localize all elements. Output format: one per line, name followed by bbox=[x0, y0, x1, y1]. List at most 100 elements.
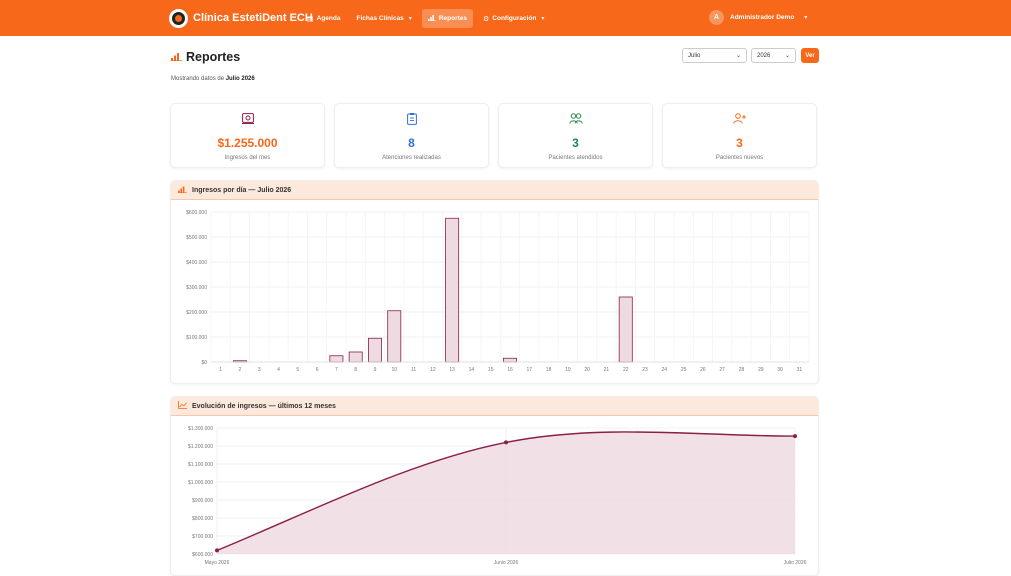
page-title: Reportes bbox=[171, 50, 240, 64]
stat-card-new-patients: 3 Pacientes nuevos bbox=[662, 103, 817, 168]
x-tick-label: 10 bbox=[391, 367, 397, 373]
x-tick-label: 27 bbox=[719, 367, 725, 373]
x-tick-label: 19 bbox=[565, 367, 571, 373]
user-name: Administrador Demo bbox=[730, 14, 795, 21]
stat-value: $1.255.000 bbox=[217, 136, 278, 150]
stat-label: Atenciones realizadas bbox=[382, 155, 441, 161]
money-icon bbox=[171, 113, 324, 127]
data-point bbox=[504, 440, 508, 445]
nav-links: ▤ Agenda Fichas Clínicas ▾ Reportes ⚙ Co… bbox=[301, 9, 550, 28]
income-evolution-panel: Evolución de ingresos — últimos 12 meses… bbox=[170, 396, 819, 576]
user-menu[interactable]: A Administrador Demo ▾ bbox=[709, 10, 807, 25]
data-point bbox=[793, 434, 797, 439]
x-tick-label: 2 bbox=[239, 367, 242, 373]
nav-agenda-label: Agenda bbox=[316, 15, 341, 22]
x-tick-label: 20 bbox=[584, 367, 590, 373]
stat-label: Pacientes nuevos bbox=[715, 155, 764, 161]
y-tick-label: $400.000 bbox=[186, 260, 207, 266]
y-tick-label: $200.000 bbox=[186, 310, 207, 316]
line-chart-icon bbox=[178, 401, 187, 411]
x-tick-label: 18 bbox=[546, 367, 552, 373]
income-evolution-title: Evolución de ingresos — últimos 12 meses bbox=[192, 402, 336, 410]
y-tick-label: $1.200.000 bbox=[188, 444, 213, 450]
x-tick-label: 26 bbox=[700, 367, 706, 373]
view-button[interactable]: Ver bbox=[801, 48, 819, 63]
nav-fichas-label: Fichas Clínicas bbox=[356, 15, 404, 22]
stat-label: Ingresos del mes bbox=[224, 155, 271, 161]
y-tick-label: $0 bbox=[201, 360, 207, 366]
clipboard-icon bbox=[335, 113, 488, 128]
stat-value: 8 bbox=[408, 136, 415, 150]
clinic-logo-icon bbox=[169, 8, 188, 28]
bar bbox=[368, 337, 382, 363]
x-tick-label: 31 bbox=[797, 367, 803, 373]
y-tick-label: $1.000.000 bbox=[188, 480, 213, 486]
stat-value: 3 bbox=[736, 136, 743, 150]
bar-chart-icon bbox=[427, 14, 436, 23]
year-select-value: 2026 bbox=[757, 52, 771, 59]
x-tick-label: 30 bbox=[777, 367, 783, 373]
data-point bbox=[215, 548, 219, 553]
month-select[interactable]: Julio ⌄ bbox=[682, 48, 747, 63]
bar bbox=[329, 355, 344, 363]
month-select-value: Julio bbox=[688, 52, 701, 59]
x-tick-label: Julio 2026 bbox=[784, 560, 807, 566]
calendar-icon: ▤ bbox=[307, 15, 314, 23]
x-tick-label: 13 bbox=[449, 367, 455, 373]
x-tick-label: 22 bbox=[623, 367, 629, 373]
y-tick-label: $800.000 bbox=[192, 516, 213, 522]
subtitle-prefix: Mostrando datos de bbox=[171, 76, 225, 82]
nav-fichas-clinicas[interactable]: Fichas Clínicas ▾ bbox=[350, 9, 417, 28]
x-tick-label: 3 bbox=[258, 367, 261, 373]
stat-label: Pacientes atendidos bbox=[548, 155, 603, 161]
top-navbar: Clínica EstetiDent ECH ▤ Agenda Fichas C… bbox=[0, 0, 1011, 36]
x-tick-label: 23 bbox=[642, 367, 648, 373]
subtitle-period: Julio 2026 bbox=[225, 76, 255, 82]
x-tick-label: 11 bbox=[411, 367, 416, 373]
x-tick-label: 29 bbox=[758, 367, 764, 373]
user-plus-icon bbox=[663, 113, 816, 127]
bar bbox=[618, 296, 633, 363]
daily-income-bar-chart: $0 $100.000 $200.000 $300.000 $400.000 $500.0… bbox=[186, 210, 810, 373]
nav-configuracion-label: Configuración bbox=[492, 15, 537, 22]
nav-configuracion[interactable]: ⚙ Configuración ▾ bbox=[477, 9, 550, 28]
y-tick-label: $300.000 bbox=[186, 285, 207, 291]
users-icon bbox=[499, 113, 652, 127]
x-tick-label: 9 bbox=[374, 367, 377, 373]
chevron-down-icon: ▾ bbox=[541, 16, 545, 22]
chevron-down-icon: ⌄ bbox=[735, 53, 741, 59]
x-tick-label: 8 bbox=[354, 367, 357, 373]
nav-reportes-label: Reportes bbox=[438, 15, 467, 22]
year-select[interactable]: 2026 ⌄ bbox=[751, 48, 796, 63]
y-tick-label: $1.300.000 bbox=[188, 426, 213, 432]
x-tick-label: 16 bbox=[507, 367, 513, 373]
x-tick-label: 1 bbox=[219, 367, 222, 373]
stat-card-income: $1.255.000 Ingresos del mes bbox=[170, 103, 325, 168]
bar-chart-icon bbox=[178, 185, 187, 195]
x-tick-label: 15 bbox=[488, 367, 494, 373]
daily-income-panel: Ingresos por día — Julio 2026 $0 $100.000… bbox=[170, 180, 819, 384]
stat-value: 3 bbox=[572, 136, 579, 150]
y-tick-label: $900.000 bbox=[192, 498, 213, 504]
x-tick-label: 12 bbox=[430, 367, 436, 373]
bar bbox=[348, 351, 363, 363]
income-evolution-header: Evolución de ingresos — últimos 12 meses bbox=[171, 397, 818, 416]
brand-name: Clínica EstetiDent ECH bbox=[193, 12, 313, 24]
nav-reportes[interactable]: Reportes bbox=[421, 9, 473, 28]
daily-income-title: Ingresos por día — Julio 2026 bbox=[192, 186, 292, 194]
x-tick-label: 21 bbox=[604, 367, 610, 373]
x-tick-label: 25 bbox=[681, 367, 687, 373]
page-title-text: Reportes bbox=[186, 50, 241, 64]
chevron-down-icon: ▾ bbox=[804, 15, 808, 21]
x-tick-label: Mayo 2026 bbox=[205, 560, 230, 566]
x-tick-label: 24 bbox=[662, 367, 668, 373]
x-tick-label: 17 bbox=[527, 367, 533, 373]
x-tick-label: 28 bbox=[739, 367, 745, 373]
brand-link[interactable]: Clínica EstetiDent ECH bbox=[169, 8, 313, 28]
nav-agenda[interactable]: ▤ Agenda bbox=[301, 9, 346, 28]
bar bbox=[503, 357, 517, 363]
x-tick-label: 7 bbox=[335, 367, 338, 373]
x-tick-label: 5 bbox=[296, 367, 299, 373]
daily-income-header: Ingresos por día — Julio 2026 bbox=[171, 181, 818, 200]
bar bbox=[445, 217, 460, 363]
